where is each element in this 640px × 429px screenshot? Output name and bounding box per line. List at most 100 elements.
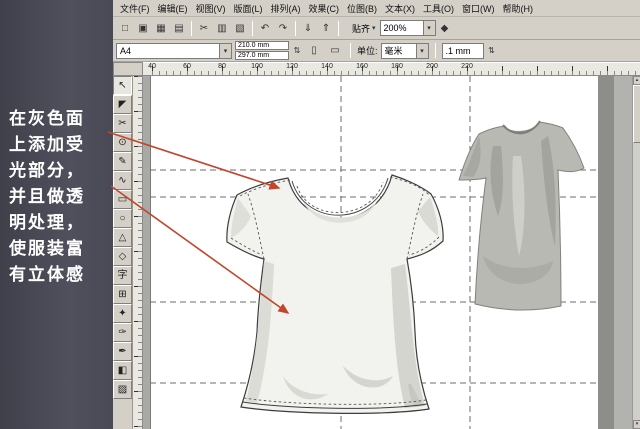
caption-line: 光部分， (9, 158, 113, 184)
landscape-button[interactable]: ▭ (326, 42, 344, 60)
property-bar: A4 ▾ 210.0 mm 297.0 mm ⇅ ▯ ▭ 单位: 毫米 ▾ .1… (113, 40, 640, 62)
text-tool[interactable]: 字 (113, 266, 132, 285)
toolbar-separator (435, 43, 436, 58)
ruler-number: 220 (461, 63, 473, 70)
export-icon[interactable]: ⇑ (317, 19, 335, 37)
horizontal-ruler[interactable]: 406080100120140160180200220 (143, 62, 640, 76)
units-combo[interactable]: 毫米 ▾ (381, 43, 429, 59)
copy-icon[interactable]: ▥ (213, 19, 231, 37)
toolbar-separator (295, 21, 296, 36)
vertical-scrollbar[interactable]: ▴ ▾ (632, 76, 640, 429)
import-icon[interactable]: ⇓ (299, 19, 317, 37)
crop-tool[interactable]: ✂ (113, 114, 132, 133)
ruler-number: 200 (426, 63, 438, 70)
freehand-tool[interactable]: ✎ (113, 152, 132, 171)
smart-drawing-tool[interactable]: ∿ (113, 171, 132, 190)
menu-effects[interactable]: 效果(C) (305, 0, 344, 17)
menu-window[interactable]: 窗口(W) (458, 0, 499, 17)
ruler-number: 100 (251, 63, 263, 70)
screenshot-root: 在灰色面上添加受光部分，并且做透明处理，使服装富有立体感 文件(F)编辑(E)视… (0, 0, 640, 429)
menu-file[interactable]: 文件(F) (116, 0, 154, 17)
paper-size-spinner-icon[interactable]: ⇅ (292, 46, 302, 55)
menu-arrange[interactable]: 排列(A) (267, 0, 305, 17)
standard-toolbar: □▣▦▤ ✂▥▧ ↶↷ ⇓⇑ 贴齐▾ 200% ▾ ◆ (113, 17, 640, 40)
shape-tool[interactable]: ◤ (113, 95, 132, 114)
caption-line: 使服装富 (9, 236, 113, 262)
ellipse-tool[interactable]: ○ (113, 209, 132, 228)
fill-tool[interactable]: ◧ (113, 361, 132, 380)
zoom-level-value: 200% (384, 23, 407, 33)
polygon-tool[interactable]: △ (113, 228, 132, 247)
chevron-down-icon: ▾ (416, 44, 428, 58)
caption-line: 明处理， (9, 210, 113, 236)
portrait-button[interactable]: ▯ (305, 42, 323, 60)
units-value: 毫米 (385, 44, 403, 57)
ruler-number: 60 (183, 63, 191, 70)
table-tool[interactable]: ⊞ (113, 285, 132, 304)
caption-line: 并且做透 (9, 184, 113, 210)
scrollbar-down-icon[interactable]: ▾ (633, 420, 640, 429)
units-label: 单位: (357, 44, 378, 57)
snap-to-dropdown[interactable]: 贴齐▾ (348, 22, 380, 35)
pick-tool[interactable]: ↖ (113, 76, 132, 95)
toolbar-separator (338, 21, 339, 36)
nudge-spinner-icon[interactable]: ⇅ (487, 46, 497, 55)
interactive-blend-tool[interactable]: ✦ (113, 304, 132, 323)
chevron-down-icon: ▾ (219, 44, 231, 58)
caption-panel: 在灰色面上添加受光部分，并且做透明处理，使服装富有立体感 (0, 0, 113, 429)
paste-icon[interactable]: ▧ (231, 19, 249, 37)
options-icon[interactable]: ◆ (436, 19, 454, 37)
ruler-number: 180 (391, 63, 403, 70)
ruler-number: 160 (356, 63, 368, 70)
toolbar-separator (252, 21, 253, 36)
outline-pen-tool[interactable]: ✒ (113, 342, 132, 361)
undo-icon[interactable]: ↶ (256, 19, 274, 37)
menu-edit[interactable]: 编辑(E) (154, 0, 192, 17)
toolbar-separator (191, 21, 192, 36)
print-icon[interactable]: ▤ (170, 19, 188, 37)
menu-tools[interactable]: 工具(O) (419, 0, 458, 17)
basic-shapes-tool[interactable]: ◇ (113, 247, 132, 266)
chevron-down-icon: ▾ (423, 21, 435, 35)
save-icon[interactable]: ▦ (152, 19, 170, 37)
redo-icon[interactable]: ↷ (274, 19, 292, 37)
coreldraw-window: 文件(F)编辑(E)视图(V)版面(L)排列(A)效果(C)位图(B)文本(X)… (113, 0, 640, 429)
menu-bitmaps[interactable]: 位图(B) (343, 0, 381, 17)
vertical-ruler[interactable] (133, 76, 143, 429)
cut-icon[interactable]: ✂ (195, 19, 213, 37)
menu-layout[interactable]: 版面(L) (230, 0, 267, 17)
open-icon[interactable]: ▣ (134, 19, 152, 37)
caption-line: 上添加受 (9, 132, 113, 158)
ruler-number: 80 (218, 63, 226, 70)
work-area: ↖◤✂⊙✎∿▭○△◇字⊞✦✑✒◧▨ (113, 76, 640, 429)
paper-preset-value: A4 (120, 46, 131, 56)
paper-height-input[interactable]: 297.0 mm (235, 51, 289, 60)
ruler-origin-button[interactable] (113, 62, 143, 76)
ruler-number: 40 (148, 63, 156, 70)
new-icon[interactable]: □ (116, 19, 134, 37)
zoom-level-combo[interactable]: 200% ▾ (380, 20, 436, 36)
page-edge-shadow (598, 76, 614, 429)
scrollbar-up-icon[interactable]: ▴ (633, 76, 640, 85)
menu-help[interactable]: 帮助(H) (499, 0, 538, 17)
document-page[interactable] (150, 76, 598, 429)
nudge-offset-input[interactable]: .1 mm (442, 43, 484, 59)
scrollbar-thumb[interactable] (633, 85, 640, 143)
caption-line: 在灰色面 (9, 106, 113, 132)
toolbar-separator (350, 43, 351, 58)
toolbar-icons: □▣▦▤ ✂▥▧ ↶↷ ⇓⇑ (116, 19, 342, 37)
toolbox: ↖◤✂⊙✎∿▭○△◇字⊞✦✑✒◧▨ (113, 76, 133, 429)
interactive-fill-tool[interactable]: ▨ (113, 380, 132, 399)
menu-bar: 文件(F)编辑(E)视图(V)版面(L)排列(A)效果(C)位图(B)文本(X)… (113, 0, 640, 17)
paper-width-input[interactable]: 210.0 mm (235, 41, 289, 50)
menu-view[interactable]: 视图(V) (192, 0, 230, 17)
zoom-tool[interactable]: ⊙ (113, 133, 132, 152)
menu-text[interactable]: 文本(X) (381, 0, 419, 17)
paper-preset-combo[interactable]: A4 ▾ (116, 43, 232, 59)
rectangle-tool[interactable]: ▭ (113, 190, 132, 209)
ruler-number: 120 (286, 63, 298, 70)
eyedropper-tool[interactable]: ✑ (113, 323, 132, 342)
paper-size-fields: 210.0 mm 297.0 mm (235, 41, 289, 60)
ruler-row: 406080100120140160180200220 (113, 62, 640, 76)
drawing-canvas[interactable]: ▴ ▾ (143, 76, 640, 429)
